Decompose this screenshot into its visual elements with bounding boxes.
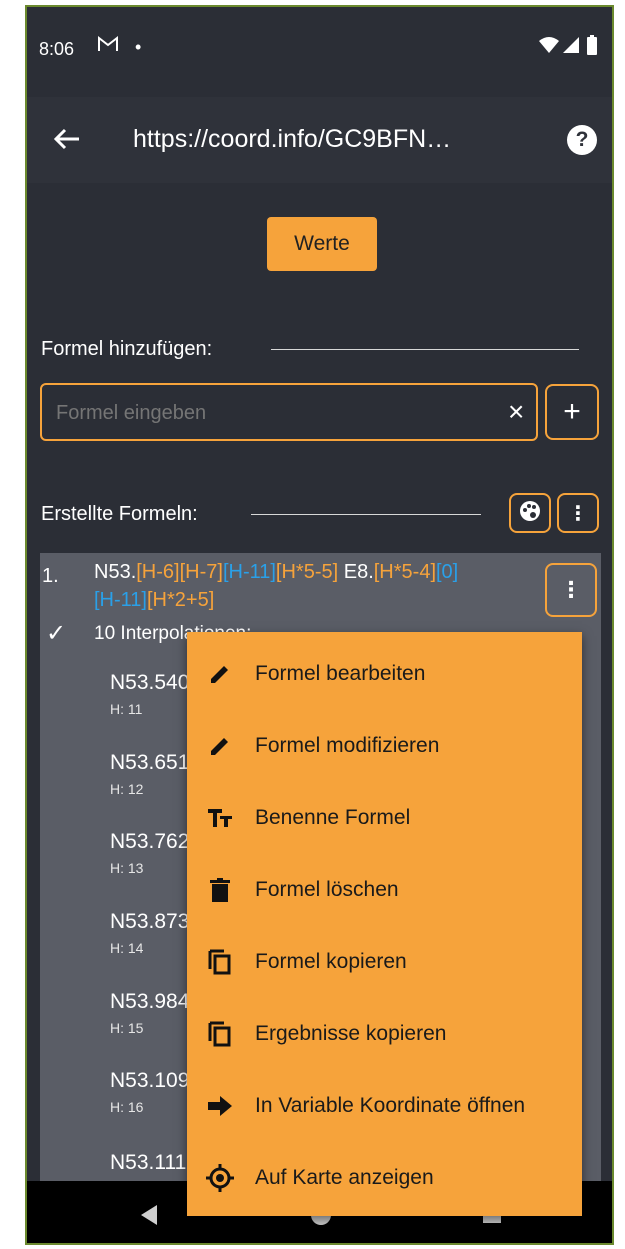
result-h: H: 12 xyxy=(110,781,144,797)
menu-item-label: Ergebnisse kopieren xyxy=(255,1022,447,1045)
help-icon[interactable]: ? xyxy=(567,125,597,155)
result-value: N53.109 xyxy=(110,1069,190,1092)
check-icon: ✓ xyxy=(46,620,67,647)
menu-item-copy-formula[interactable]: Formel kopieren xyxy=(187,926,582,998)
result-item[interactable]: N53.762 H: 13 xyxy=(110,830,189,876)
formula-part: E8. xyxy=(338,561,374,583)
formula-context-menu: Formel bearbeiten Formel modifizieren Be… xyxy=(187,632,582,1216)
formula-part: N53. xyxy=(94,561,137,583)
pencil-icon xyxy=(205,731,235,761)
formula-part: [H-11] xyxy=(94,589,147,611)
result-value: N53.651 xyxy=(110,751,190,774)
result-item[interactable]: N53.111 xyxy=(110,1151,186,1175)
gmail-icon xyxy=(97,35,119,59)
menu-item-rename-formula[interactable]: Benenne Formel xyxy=(187,782,582,854)
menu-item-copy-results[interactable]: Ergebnisse kopieren xyxy=(187,998,582,1070)
formula-part: [H*5-5] xyxy=(275,561,339,583)
more-options-button[interactable]: ⋮ xyxy=(557,493,599,533)
result-value: N53.984 xyxy=(110,990,190,1013)
formula-part: [0] xyxy=(436,561,459,583)
formula-menu-button[interactable]: ⋮ xyxy=(545,563,597,617)
more-vert-icon: ⋮ xyxy=(560,577,582,602)
menu-item-open-variable-coordinate[interactable]: In Variable Koordinate öffnen xyxy=(187,1070,582,1142)
menu-item-delete-formula[interactable]: Formel löschen xyxy=(187,854,582,926)
trash-icon xyxy=(205,875,235,905)
result-h: H: 15 xyxy=(110,1020,144,1036)
result-item[interactable]: N53.109 H: 16 xyxy=(110,1069,189,1115)
result-value: N53.762 xyxy=(110,830,190,853)
formula-part: [H*5-4] xyxy=(373,561,436,583)
signal-icon xyxy=(563,37,579,58)
result-h: H: 13 xyxy=(110,860,144,876)
copy-icon xyxy=(205,947,235,977)
menu-item-label: Formel kopieren xyxy=(255,950,407,973)
formula-text: N53.[H-6][H-7][H-11][H*5-5] E8.[H*5-4][0… xyxy=(94,559,534,615)
status-bar: 8:06 • xyxy=(27,7,612,97)
result-h: H: 11 xyxy=(110,701,143,717)
palette-button[interactable] xyxy=(509,493,551,533)
menu-item-label: Auf Karte anzeigen xyxy=(255,1166,434,1189)
result-h: H: 16 xyxy=(110,1099,144,1115)
divider xyxy=(271,349,579,350)
menu-item-show-on-map[interactable]: Auf Karte anzeigen xyxy=(187,1142,582,1214)
result-item[interactable]: N53.873 H: 14 xyxy=(110,910,189,956)
phone-frame: 8:06 • https://coord.info/GC9BFN… ? Wert… xyxy=(25,5,614,1245)
more-vert-icon: ⋮ xyxy=(568,502,588,525)
formula-index: 1. xyxy=(42,565,59,587)
formula-part: [H*2+5] xyxy=(146,589,215,611)
page-title: https://coord.info/GC9BFN… xyxy=(133,125,452,153)
result-value: N53.111 xyxy=(110,1151,187,1174)
menu-item-label: Benenne Formel xyxy=(255,806,411,829)
arrow-back-icon[interactable] xyxy=(53,127,81,156)
werte-button[interactable]: Werte xyxy=(267,217,377,271)
menu-item-label: In Variable Koordinate öffnen xyxy=(255,1094,526,1117)
add-formula-button[interactable]: + xyxy=(545,384,599,440)
add-formula-label: Formel hinzufügen: xyxy=(41,338,213,360)
result-value: N53.873 xyxy=(110,910,190,933)
result-h: H: 14 xyxy=(110,940,144,956)
pencil-icon xyxy=(205,659,235,689)
formula-input-field[interactable]: × xyxy=(40,383,538,441)
gps-target-icon xyxy=(205,1163,235,1193)
nav-back-icon[interactable] xyxy=(139,1205,159,1230)
arrow-right-icon xyxy=(205,1091,235,1121)
formula-part: [H-11] xyxy=(222,561,276,583)
menu-item-label: Formel löschen xyxy=(255,878,399,901)
app-bar: https://coord.info/GC9BFN… ? xyxy=(27,97,612,183)
text-fields-icon xyxy=(205,803,235,833)
clear-icon[interactable]: × xyxy=(508,397,524,427)
result-item[interactable]: N53.984 H: 15 xyxy=(110,990,189,1036)
menu-item-label: Formel modifizieren xyxy=(255,734,440,757)
menu-item-edit-formula[interactable]: Formel bearbeiten xyxy=(187,638,582,710)
battery-icon xyxy=(587,35,597,60)
palette-icon xyxy=(519,500,541,527)
result-item[interactable]: N53.651 H: 12 xyxy=(110,751,189,797)
formula-input[interactable] xyxy=(54,397,478,429)
formula-part: [H-6] xyxy=(136,561,180,583)
copy-icon xyxy=(205,1019,235,1049)
divider xyxy=(251,514,481,515)
notification-dot: • xyxy=(135,37,142,57)
formula-part: [H-7] xyxy=(179,561,223,583)
wifi-icon xyxy=(539,37,559,58)
status-time: 8:06 xyxy=(39,39,75,59)
result-item[interactable]: N53.540 H: 11 xyxy=(110,671,189,717)
created-formulas-label: Erstellte Formeln: xyxy=(41,503,198,525)
menu-item-modify-formula[interactable]: Formel modifizieren xyxy=(187,710,582,782)
menu-item-label: Formel bearbeiten xyxy=(255,662,426,685)
result-value: N53.540 xyxy=(110,671,190,694)
